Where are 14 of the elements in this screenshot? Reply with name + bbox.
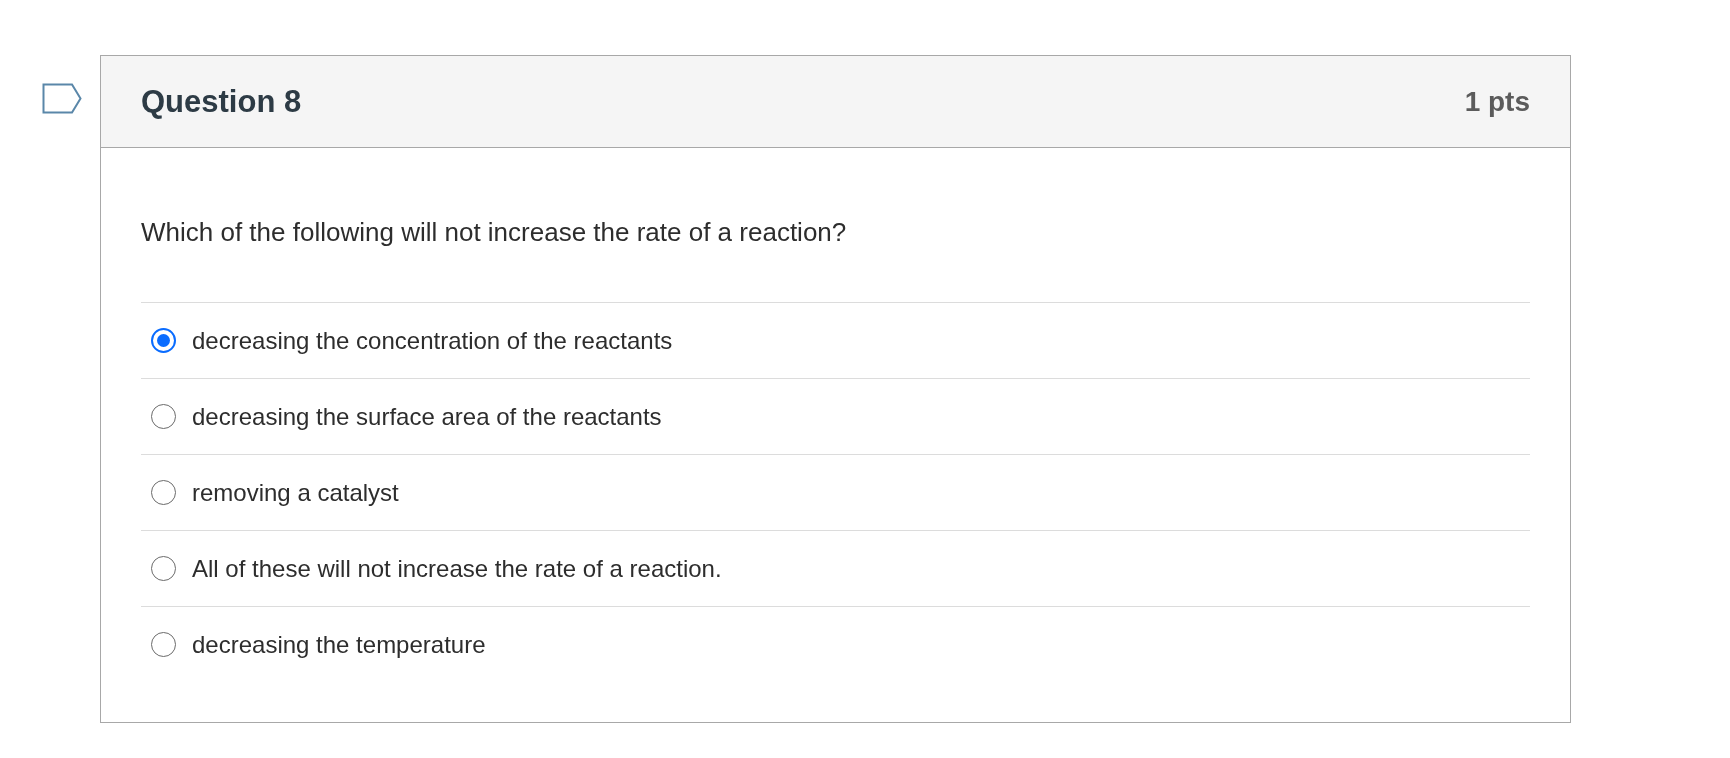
- question-points: 1 pts: [1464, 87, 1530, 116]
- question-title: Question 8: [141, 86, 302, 117]
- answer-label: decreasing the concentration of the reactants: [192, 325, 673, 356]
- bookmark-icon[interactable]: [42, 83, 82, 114]
- answer-label: All of these will not increase the rate of a reaction.: [192, 553, 722, 584]
- answer-label: decreasing the temperature: [192, 629, 486, 660]
- question-text: Which of the following will not increase the rate of a reaction?: [141, 216, 848, 248]
- radio-button[interactable]: [151, 480, 176, 505]
- radio-button[interactable]: [151, 556, 176, 581]
- radio-button[interactable]: [151, 632, 176, 657]
- radio-button[interactable]: [151, 404, 176, 429]
- radio-button[interactable]: [151, 328, 176, 353]
- answer-label: removing a catalyst: [192, 477, 399, 508]
- answer-label: decreasing the surface area of the reactants: [192, 401, 662, 432]
